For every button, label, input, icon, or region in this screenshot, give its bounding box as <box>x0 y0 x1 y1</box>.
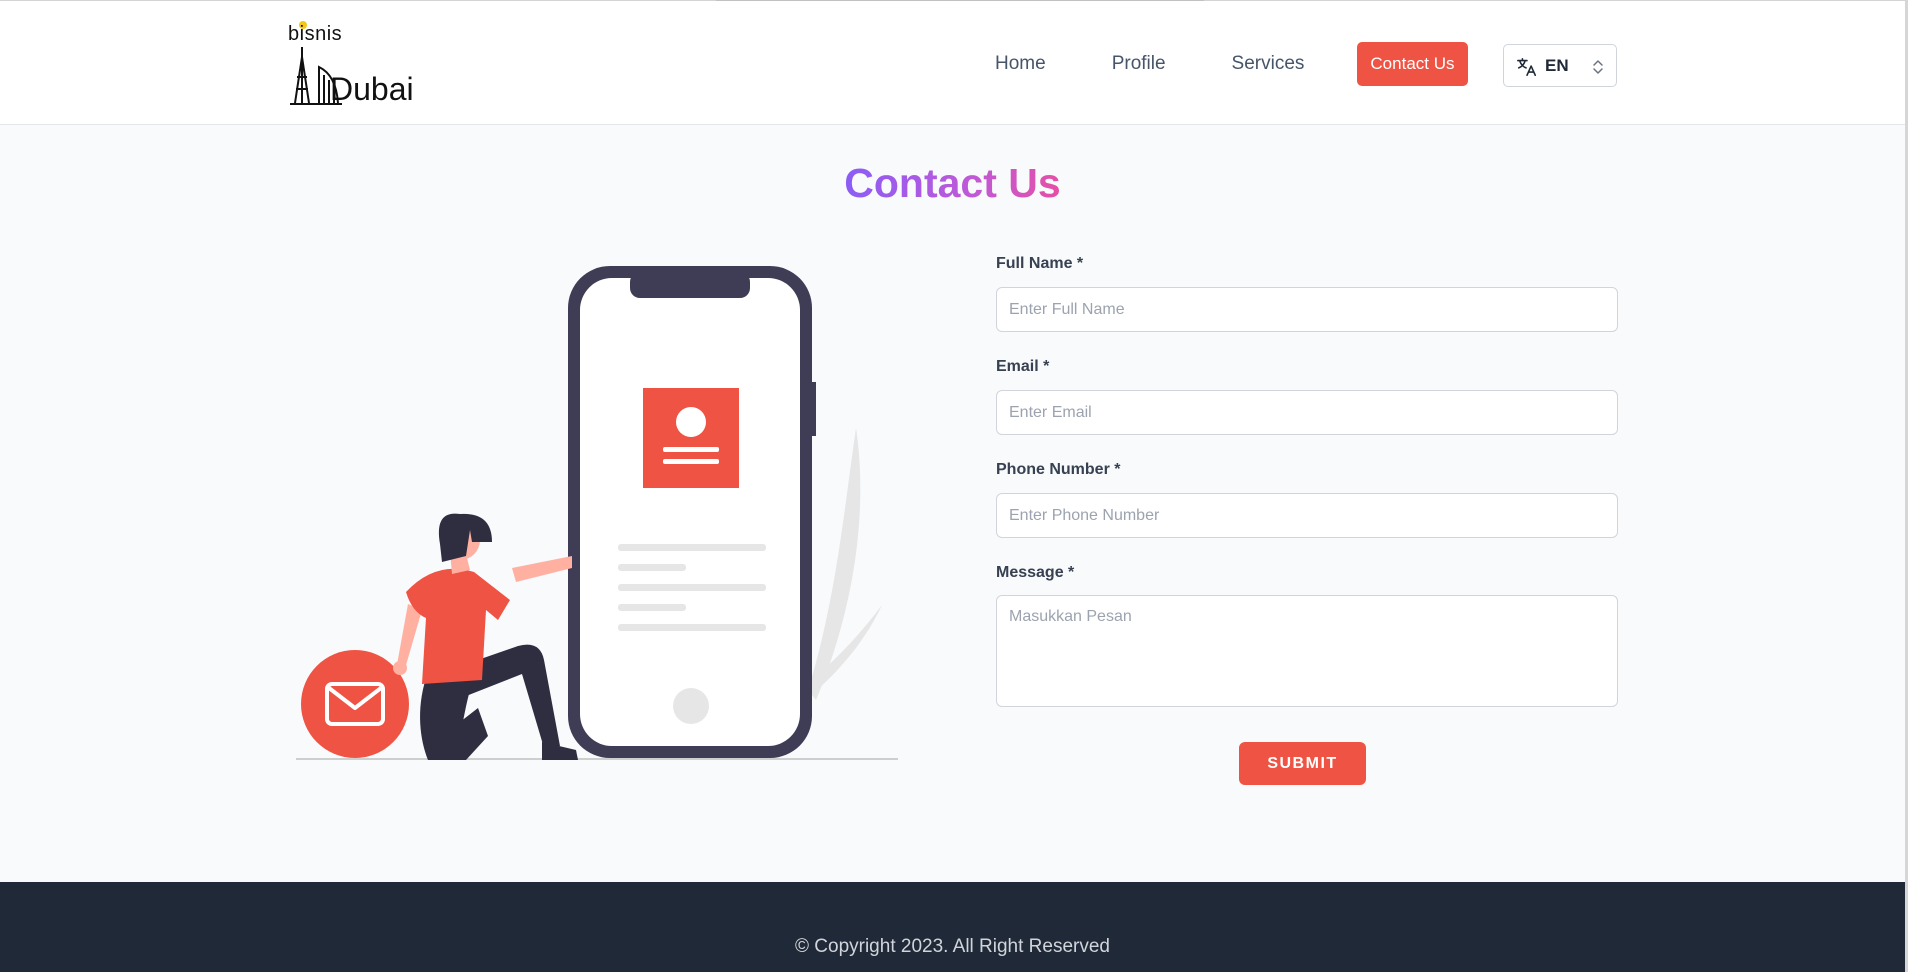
site-header: bisnis Dubai Home Profile Services Conta… <box>0 1 1905 125</box>
email-label: Email * <box>996 358 1050 375</box>
main-nav: Home Profile Services Contact Us <box>995 41 1468 86</box>
message-textarea[interactable] <box>996 595 1618 707</box>
full-name-label: Full Name * <box>996 255 1084 272</box>
mail-badge-icon <box>301 650 409 758</box>
site-logo[interactable]: bisnis Dubai <box>288 17 414 109</box>
translate-icon <box>1517 57 1537 77</box>
nav-profile[interactable]: Profile <box>1112 53 1166 75</box>
page-title: Contact Us <box>844 160 1061 206</box>
smartphone-icon <box>568 266 816 758</box>
chevron-up-down-icon <box>1593 60 1603 74</box>
nav-contact-us-button[interactable]: Contact Us <box>1357 41 1468 86</box>
leaf-shape <box>808 428 861 700</box>
message-label: Message * <box>996 564 1075 581</box>
phone-label: Phone Number * <box>996 461 1121 478</box>
email-input[interactable] <box>996 390 1618 435</box>
submit-button[interactable]: SUBMIT <box>1239 742 1366 785</box>
copyright-text: © Copyright 2023. All Right Reserved <box>795 936 1110 957</box>
logo-text-top: bisnis <box>288 23 343 45</box>
phone-input[interactable] <box>996 493 1618 538</box>
nav-services[interactable]: Services <box>1232 53 1305 75</box>
contact-illustration <box>296 266 898 760</box>
language-select[interactable]: EN <box>1503 44 1617 87</box>
nav-home[interactable]: Home <box>995 53 1046 75</box>
site-footer: © Copyright 2023. All Right Reserved <box>0 882 1905 972</box>
logo-text-bottom: Dubai <box>330 71 414 107</box>
language-value: EN <box>1545 56 1569 75</box>
person-figure <box>393 513 578 760</box>
full-name-input[interactable] <box>996 287 1618 332</box>
